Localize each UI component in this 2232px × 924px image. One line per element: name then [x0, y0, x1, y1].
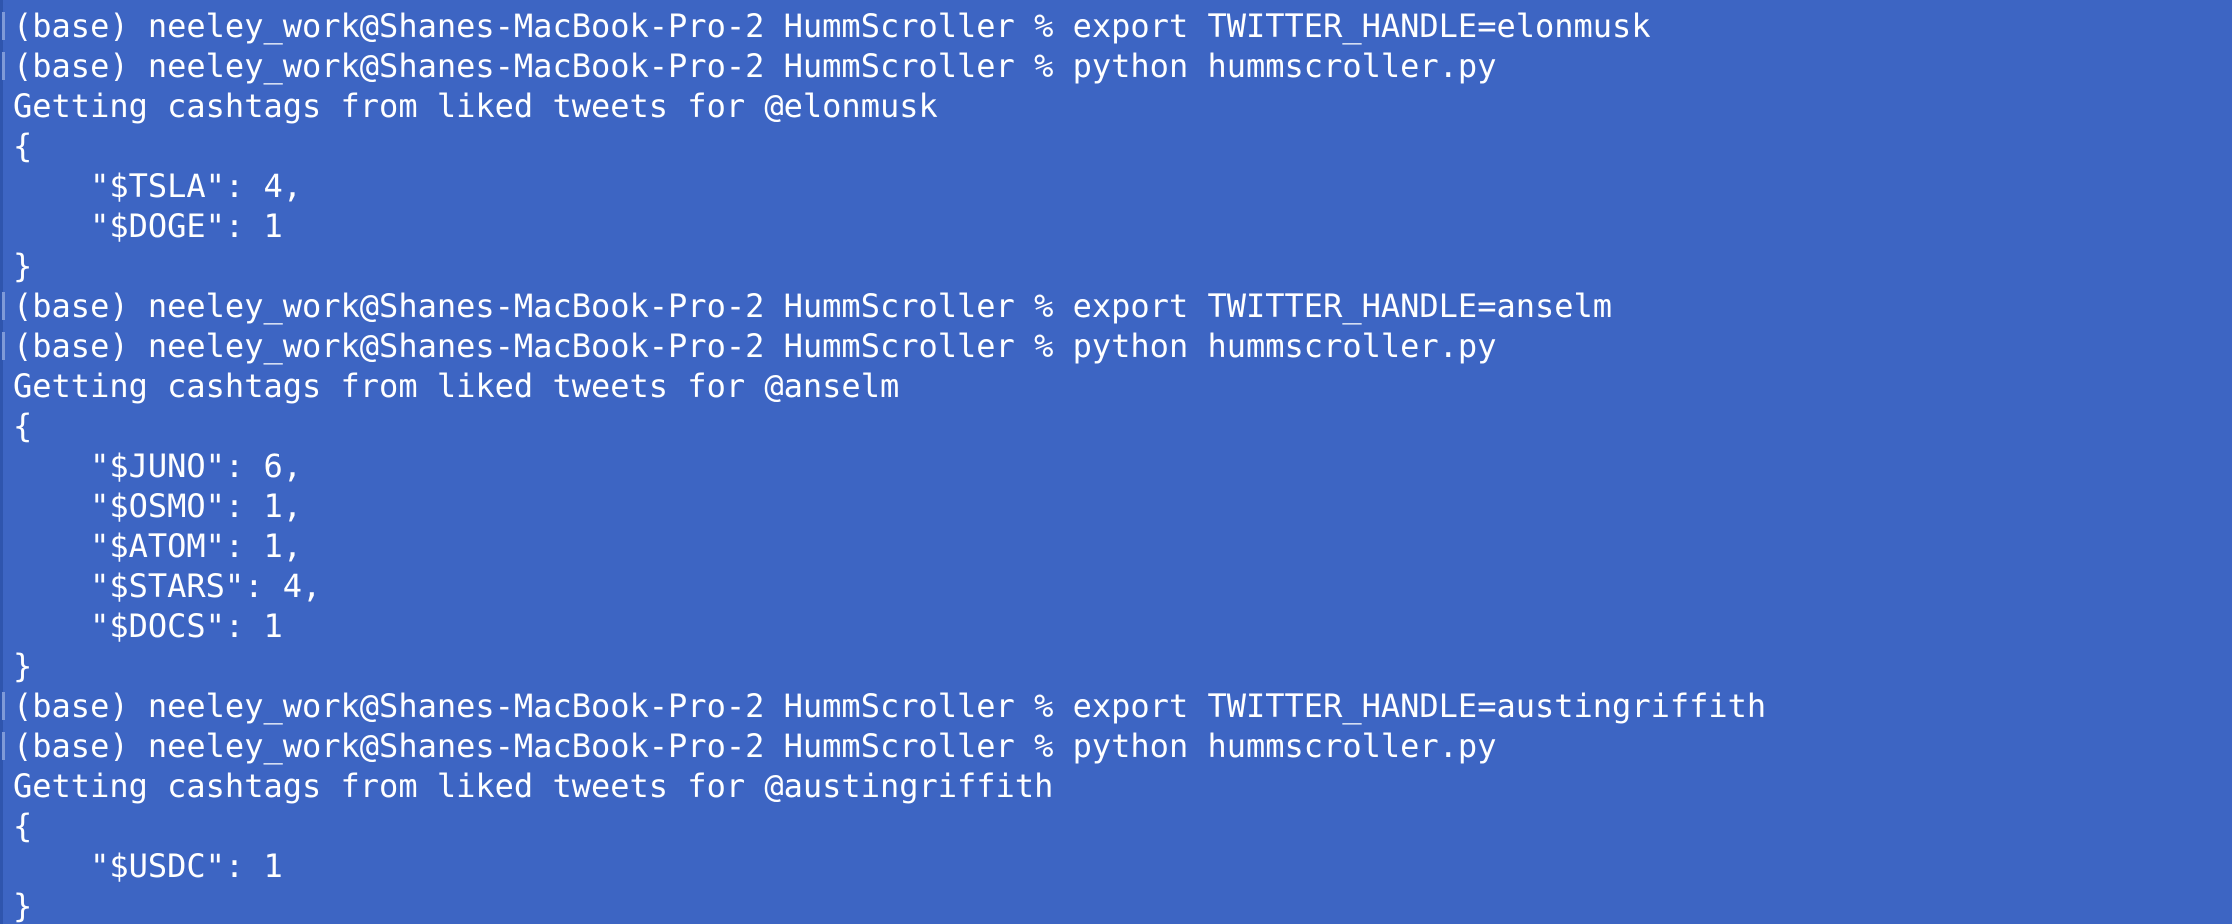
terminal-output-line: "$STARS": 4, [13, 566, 2232, 606]
terminal-output-line: "$USDC": 1 [13, 846, 2232, 886]
line-text: "$STARS": 4, [13, 567, 322, 605]
terminal-window[interactable]: (base) neeley_work@Shanes-MacBook-Pro-2 … [0, 0, 2232, 924]
line-text: (base) neeley_work@Shanes-MacBook-Pro-2 … [13, 287, 1613, 325]
terminal-output-line: } [13, 646, 2232, 686]
terminal-left-edge [0, 0, 3, 924]
line-text: "$USDC": 1 [13, 847, 283, 885]
terminal-prompt-line: (base) neeley_work@Shanes-MacBook-Pro-2 … [2, 6, 2232, 46]
terminal-output-line: Getting cashtags from liked tweets for @… [13, 86, 2232, 126]
line-text: Getting cashtags from liked tweets for @… [13, 767, 1054, 805]
prompt-marker [2, 52, 5, 80]
line-text: (base) neeley_work@Shanes-MacBook-Pro-2 … [13, 327, 1497, 365]
prompt-marker [2, 12, 5, 40]
line-text: (base) neeley_work@Shanes-MacBook-Pro-2 … [13, 687, 1767, 725]
terminal-output-line: "$JUNO": 6, [13, 446, 2232, 486]
terminal-output-line: { [13, 806, 2232, 846]
terminal-output-line: { [13, 406, 2232, 446]
terminal-prompt-line: (base) neeley_work@Shanes-MacBook-Pro-2 … [2, 286, 2232, 326]
terminal-output-line: "$DOCS": 1 [13, 606, 2232, 646]
terminal-prompt-line: (base) neeley_work@Shanes-MacBook-Pro-2 … [2, 326, 2232, 366]
terminal-output-line: Getting cashtags from liked tweets for @… [13, 766, 2232, 806]
line-text: } [13, 887, 33, 924]
line-text: Getting cashtags from liked tweets for @… [13, 87, 938, 125]
line-text: "$DOGE": 1 [13, 207, 283, 245]
line-text: "$JUNO": 6, [13, 447, 302, 485]
line-text: } [13, 647, 33, 685]
terminal-output-line: "$ATOM": 1, [13, 526, 2232, 566]
line-text: { [13, 807, 33, 845]
line-text: } [13, 247, 33, 285]
line-text: "$DOCS": 1 [13, 607, 283, 645]
line-text: "$TSLA": 4, [13, 167, 302, 205]
terminal-output-line: "$TSLA": 4, [13, 166, 2232, 206]
prompt-marker [2, 332, 5, 360]
terminal-output-line: { [13, 126, 2232, 166]
terminal-prompt-line: (base) neeley_work@Shanes-MacBook-Pro-2 … [2, 726, 2232, 766]
terminal-prompt-line: (base) neeley_work@Shanes-MacBook-Pro-2 … [2, 686, 2232, 726]
terminal-output: (base) neeley_work@Shanes-MacBook-Pro-2 … [2, 6, 2232, 924]
line-text: "$OSMO": 1, [13, 487, 302, 525]
line-text: (base) neeley_work@Shanes-MacBook-Pro-2 … [13, 727, 1497, 765]
prompt-marker [2, 732, 5, 760]
prompt-marker [2, 292, 5, 320]
line-text: { [13, 127, 33, 165]
terminal-output-line: "$DOGE": 1 [13, 206, 2232, 246]
line-text: Getting cashtags from liked tweets for @… [13, 367, 900, 405]
terminal-output-line: Getting cashtags from liked tweets for @… [13, 366, 2232, 406]
line-text: { [13, 407, 33, 445]
prompt-marker [2, 692, 5, 720]
terminal-output-line: } [13, 246, 2232, 286]
terminal-prompt-line: (base) neeley_work@Shanes-MacBook-Pro-2 … [2, 46, 2232, 86]
terminal-output-line: } [13, 886, 2232, 924]
line-text: (base) neeley_work@Shanes-MacBook-Pro-2 … [13, 47, 1497, 85]
terminal-output-line: "$OSMO": 1, [13, 486, 2232, 526]
line-text: "$ATOM": 1, [13, 527, 302, 565]
line-text: (base) neeley_work@Shanes-MacBook-Pro-2 … [13, 7, 1651, 45]
